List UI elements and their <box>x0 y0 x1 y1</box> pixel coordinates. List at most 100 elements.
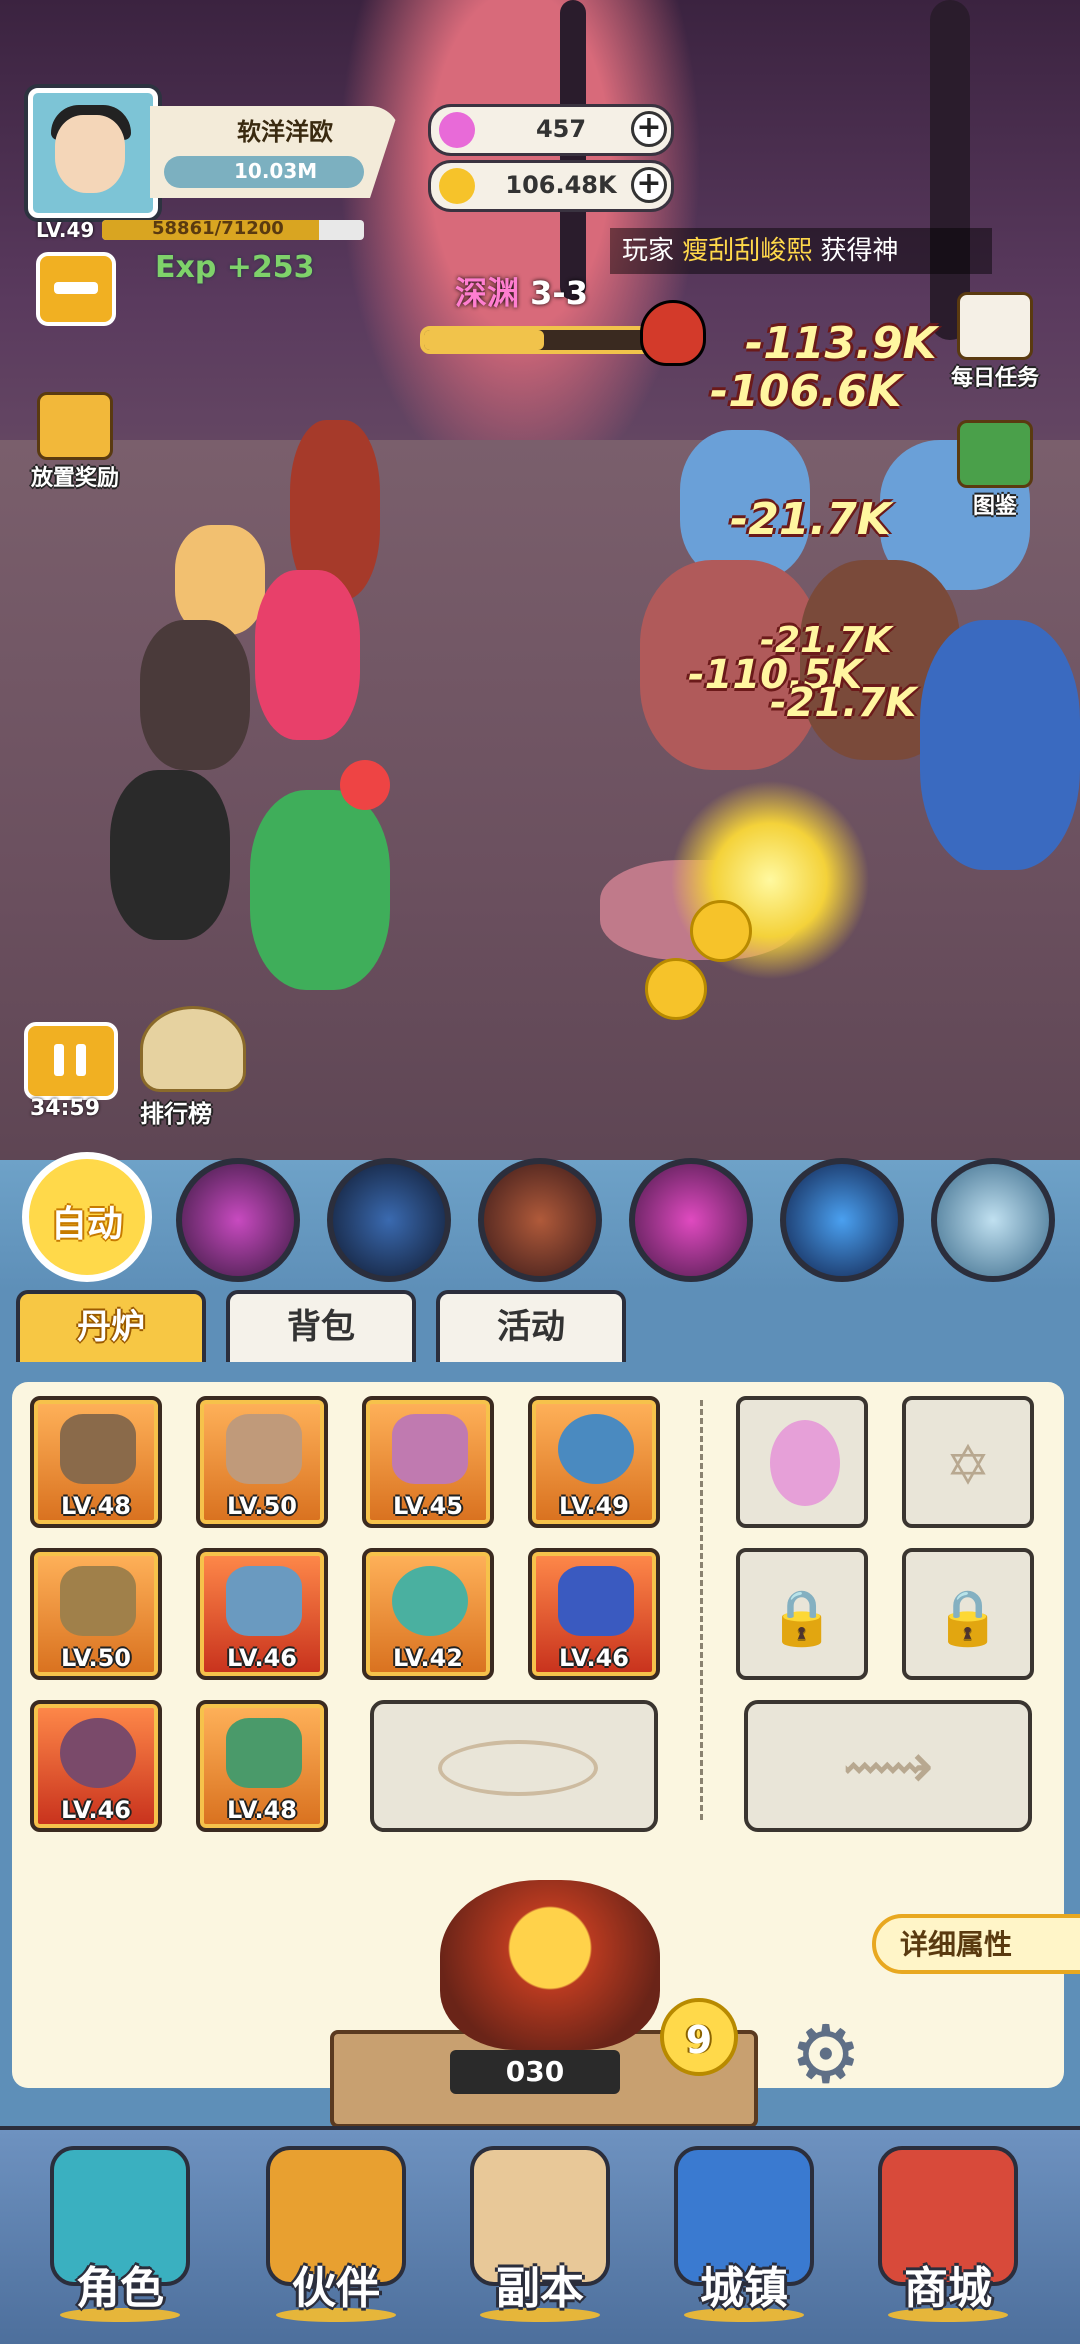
nav-label: 城镇 <box>700 2263 788 2314</box>
equipment-slot[interactable]: LV.50 <box>30 1548 162 1680</box>
equipment-slot[interactable]: LV.46 <box>30 1700 162 1832</box>
treasure-chest-icon <box>37 392 113 460</box>
player-avatar[interactable] <box>28 88 158 218</box>
skill-dragon[interactable] <box>931 1158 1055 1282</box>
gem-counter: 457 + <box>428 104 674 156</box>
nav-label: 商城 <box>904 2263 992 2314</box>
power-value: 10.03M <box>234 159 318 183</box>
nav-partner[interactable]: 伙伴 <box>236 2132 436 2332</box>
skill-beast[interactable] <box>478 1158 602 1282</box>
bracelet-icon <box>60 1718 136 1788</box>
skill-spiral[interactable] <box>629 1158 753 1282</box>
battle-timer: 34:59 <box>30 1096 101 1121</box>
equipment-level: LV.45 <box>393 1492 463 1520</box>
tab-backpack[interactable]: 背包 <box>226 1290 416 1362</box>
tab-activity[interactable]: 活动 <box>436 1290 626 1362</box>
idle-reward-label: 放置奖励 <box>30 466 119 491</box>
alchemy-furnace[interactable] <box>440 1880 660 2050</box>
lock-icon: 🔒 <box>768 1586 836 1649</box>
amulet-icon <box>558 1566 634 1636</box>
formation-slot[interactable] <box>370 1700 658 1832</box>
codex-button[interactable]: 图鉴 <box>950 420 1040 519</box>
nav-label: 伙伴 <box>292 2263 380 2314</box>
ticker-player-name: 瘦刮刮峻熙 <box>682 236 813 266</box>
gold-counter: 106.48K + <box>428 160 674 212</box>
add-gold-button[interactable]: + <box>631 167 667 203</box>
boots-icon <box>226 1718 302 1788</box>
nav-character[interactable]: 角色 <box>20 2132 220 2332</box>
equipment-slot[interactable]: LV.50 <box>196 1396 328 1528</box>
equipment-level: LV.46 <box>559 1644 629 1672</box>
equipment-level: LV.46 <box>61 1796 131 1824</box>
gourd-slot[interactable] <box>736 1396 868 1528</box>
daily-task-button[interactable]: 每日任务 <box>950 292 1040 391</box>
panel-divider <box>700 1400 703 1820</box>
sword-icon <box>60 1566 136 1636</box>
equipment-slot[interactable]: LV.48 <box>30 1396 162 1528</box>
collapse-button[interactable] <box>36 252 116 326</box>
gold-value: 106.48K <box>505 171 617 199</box>
helmet-icon <box>226 1414 302 1484</box>
pause-button[interactable] <box>24 1022 118 1100</box>
skill-vortex[interactable] <box>176 1158 300 1282</box>
ally-panda <box>110 770 230 940</box>
hexagram-slot[interactable]: ✡ <box>902 1396 1034 1528</box>
equipment-level: LV.50 <box>227 1492 297 1520</box>
nav-label: 角色 <box>76 2263 164 2314</box>
ally-mascot <box>255 570 360 740</box>
equipment-slot[interactable]: LV.42 <box>362 1548 494 1680</box>
enemy-soldier <box>920 620 1080 870</box>
hexagram-icon: ✡ <box>945 1434 991 1497</box>
equipment-slot[interactable]: LV.49 <box>528 1396 660 1528</box>
idle-reward-button[interactable]: 放置奖励 <box>30 392 120 491</box>
pause-icon-bar <box>54 1044 64 1076</box>
settings-gear-icon[interactable]: ⚙ <box>790 2010 900 2100</box>
locked-slot[interactable]: 🔒 <box>902 1548 1034 1680</box>
tree-trunk <box>930 0 970 340</box>
ally-blonde <box>175 525 265 635</box>
equipment-slot[interactable]: LV.46 <box>528 1548 660 1680</box>
ally-monk <box>140 620 250 770</box>
book-icon <box>957 420 1033 488</box>
task-list-icon <box>957 292 1033 360</box>
trident-icon: ⟿ <box>842 1730 934 1804</box>
auto-battle-button[interactable]: 自动 <box>22 1152 152 1282</box>
tab-furnace[interactable]: 丹炉 <box>16 1290 206 1362</box>
leaderboard-label: 排行榜 <box>140 1100 212 1128</box>
gourd-icon <box>770 1420 840 1506</box>
leaderboard-button[interactable] <box>140 1006 246 1092</box>
gem-icon <box>439 112 475 148</box>
gem-value: 457 <box>535 115 587 143</box>
add-gems-button[interactable]: + <box>631 111 667 147</box>
skill-lightning-rune[interactable] <box>327 1158 451 1282</box>
gold-coin <box>645 958 707 1020</box>
weapon-slot[interactable]: ⟿ <box>744 1700 1032 1832</box>
locked-slot[interactable]: 🔒 <box>736 1548 868 1680</box>
detail-attributes-button[interactable]: 详细属性 <box>872 1914 1080 1974</box>
equipment-slot[interactable]: LV.45 <box>362 1396 494 1528</box>
damage-number: -113.9K <box>745 318 937 369</box>
ticker-prefix: 玩家 <box>622 236 683 266</box>
nav-dungeon[interactable]: 副本 <box>440 2132 640 2332</box>
power-bar: 10.03M <box>164 156 364 188</box>
stage-name: 深渊 <box>455 274 520 312</box>
bagua-icon <box>226 1566 302 1636</box>
gold-coin <box>690 900 752 962</box>
equipment-slot[interactable]: LV.46 <box>196 1548 328 1680</box>
gold-coin-icon <box>439 168 475 204</box>
nav-label: 副本 <box>496 2263 584 2314</box>
ring-icon <box>392 1566 468 1636</box>
armor-icon <box>392 1414 468 1484</box>
equipment-level: LV.50 <box>61 1644 131 1672</box>
skill-blade[interactable] <box>780 1158 904 1282</box>
spear-icon <box>60 1414 136 1484</box>
lock-icon: 🔒 <box>934 1586 1002 1649</box>
pause-icon-bar <box>76 1044 86 1076</box>
equipment-level: LV.48 <box>61 1492 131 1520</box>
nav-town[interactable]: 城镇 <box>644 2132 844 2332</box>
candy-item <box>340 760 390 810</box>
nav-shop[interactable]: 商城 <box>848 2132 1048 2332</box>
boss-icon <box>640 300 706 366</box>
equipment-slot[interactable]: LV.48 <box>196 1700 328 1832</box>
furnace-count-badge: 9 <box>660 1998 738 2076</box>
